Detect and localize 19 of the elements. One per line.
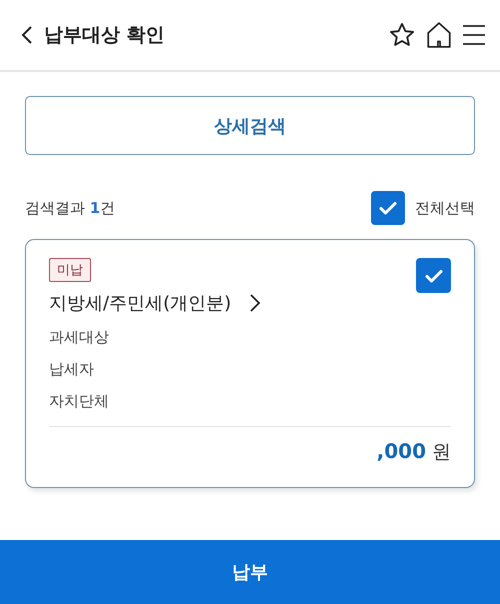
amount: ,000 [376, 439, 426, 463]
field-label: 과세대상 [49, 328, 110, 347]
back-icon[interactable] [20, 25, 34, 45]
select-all-checkbox[interactable] [371, 191, 405, 225]
field-label: 납세자 [49, 360, 95, 379]
result-count: 검색결과 1건 [25, 198, 116, 218]
chevron-right-icon[interactable] [249, 293, 262, 313]
select-all-label: 전체선택 [415, 198, 475, 218]
home-icon[interactable] [426, 21, 452, 49]
field-label: 자치단체 [49, 392, 110, 411]
item-checkbox[interactable] [416, 258, 451, 293]
detail-search-button[interactable]: 상세검색 [25, 96, 475, 155]
page-title: 납부대상 확인 [44, 23, 166, 48]
status-badge: 미납 [49, 258, 91, 282]
tax-title: 지방세/주민세(개인분) [49, 292, 232, 315]
menu-icon[interactable] [462, 23, 486, 47]
pay-button[interactable]: 납부 [0, 540, 500, 604]
currency: 원 [432, 440, 451, 465]
star-icon[interactable] [388, 21, 416, 49]
